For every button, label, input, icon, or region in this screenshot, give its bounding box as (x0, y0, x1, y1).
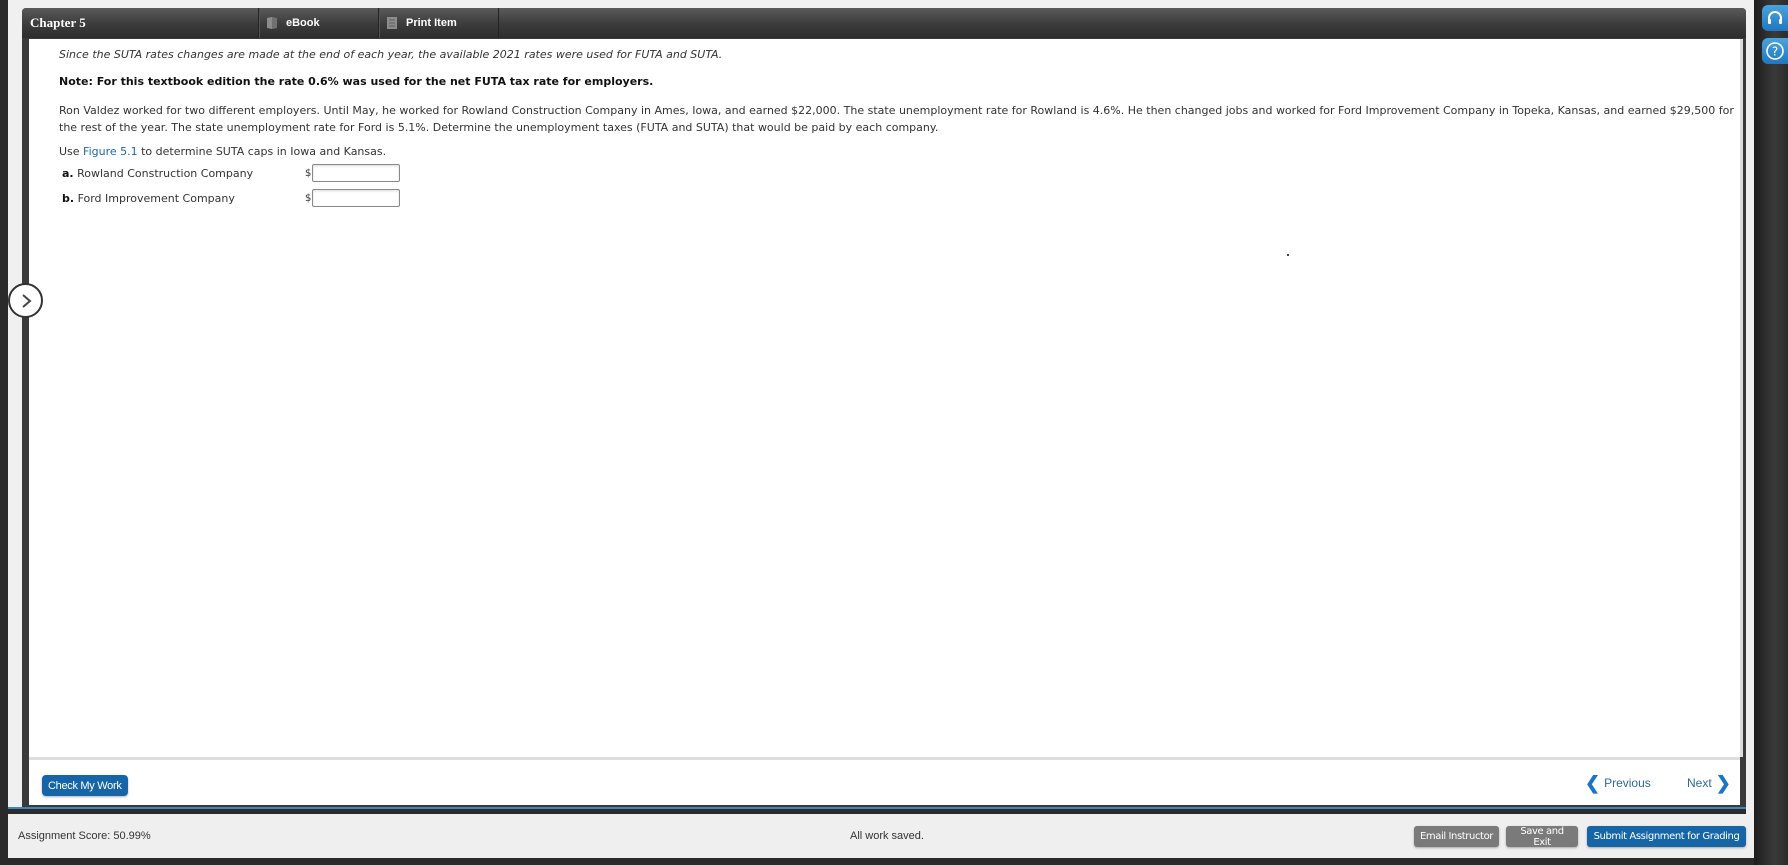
currency-symbol: $ (305, 168, 312, 179)
currency-symbol: $ (305, 193, 312, 204)
book-icon (267, 17, 277, 29)
figure-instruction: Use Figure 5.1 to determine SUTA caps in… (59, 145, 386, 158)
stray-dot (1287, 254, 1289, 256)
chevron-right-icon: ❯ (1715, 773, 1731, 793)
assignment-panel: Chapter 5 eBook Print Item Since the SUT… (22, 8, 1746, 808)
email-instructor-button[interactable]: Email Instructor (1414, 826, 1499, 847)
print-icon (387, 17, 397, 29)
submit-assignment-button[interactable]: Submit Assignment for Grading (1587, 826, 1746, 847)
assignment-score: Assignment Score: 50.99% (18, 830, 151, 842)
headset-icon (1768, 11, 1782, 24)
question-footer: Check My Work ❮ Previous Next ❯ (29, 757, 1740, 805)
check-my-work-button[interactable]: Check My Work (42, 775, 128, 796)
save-and-exit-button[interactable]: Save and Exit (1506, 826, 1578, 848)
previous-button[interactable]: ❮ Previous (1585, 774, 1651, 792)
save-status: All work saved. (850, 830, 924, 842)
svg-text:?: ? (1772, 45, 1778, 59)
answer-a-letter: a. (62, 167, 74, 180)
figure-5-1-link[interactable]: Figure 5.1 (83, 145, 138, 158)
tab-ebook-label: eBook (286, 17, 320, 29)
chapter-toolbar: Chapter 5 eBook Print Item (22, 8, 1746, 38)
chevron-right-icon (21, 293, 32, 308)
previous-label: Previous (1604, 776, 1651, 790)
answer-b-label: b. Ford Improvement Company (62, 192, 235, 205)
help-icon: ? (1766, 42, 1784, 60)
answer-a-text: Rowland Construction Company (77, 167, 254, 180)
expand-sidebar-button[interactable] (8, 283, 43, 318)
instruction-suffix: to determine SUTA caps in Iowa and Kansa… (137, 145, 387, 158)
problem-text: Ron Valdez worked for two different empl… (59, 104, 1734, 134)
help-button[interactable]: ? (1762, 38, 1788, 64)
tab-print-item[interactable]: Print Item (379, 8, 499, 38)
status-bar: Assignment Score: 50.99% All work saved.… (8, 814, 1754, 858)
note-text: Note: For this textbook edition the rate… (59, 75, 654, 88)
rowland-answer-input[interactable] (312, 164, 400, 182)
ford-answer-input[interactable] (312, 189, 400, 207)
instruction-prefix: Use (59, 145, 84, 158)
support-button[interactable] (1762, 5, 1788, 31)
chapter-title: Chapter 5 (22, 8, 259, 38)
question-content: Since the SUTA rates changes are made at… (29, 39, 1743, 757)
chevron-left-icon: ❮ (1585, 773, 1601, 793)
answer-row-a: a. Rowland Construction Company $ (62, 164, 400, 182)
tab-ebook[interactable]: eBook (259, 8, 379, 38)
answer-b-letter: b. (62, 192, 75, 205)
intro-text: Since the SUTA rates changes are made at… (59, 48, 723, 61)
answer-row-b: b. Ford Improvement Company $ (62, 189, 400, 207)
right-rail (1754, 0, 1788, 865)
tab-print-item-label: Print Item (406, 17, 457, 29)
next-button[interactable]: Next ❯ (1687, 774, 1731, 792)
next-label: Next (1687, 776, 1712, 790)
answer-b-text: Ford Improvement Company (77, 192, 235, 205)
answer-a-label: a. Rowland Construction Company (62, 167, 253, 180)
